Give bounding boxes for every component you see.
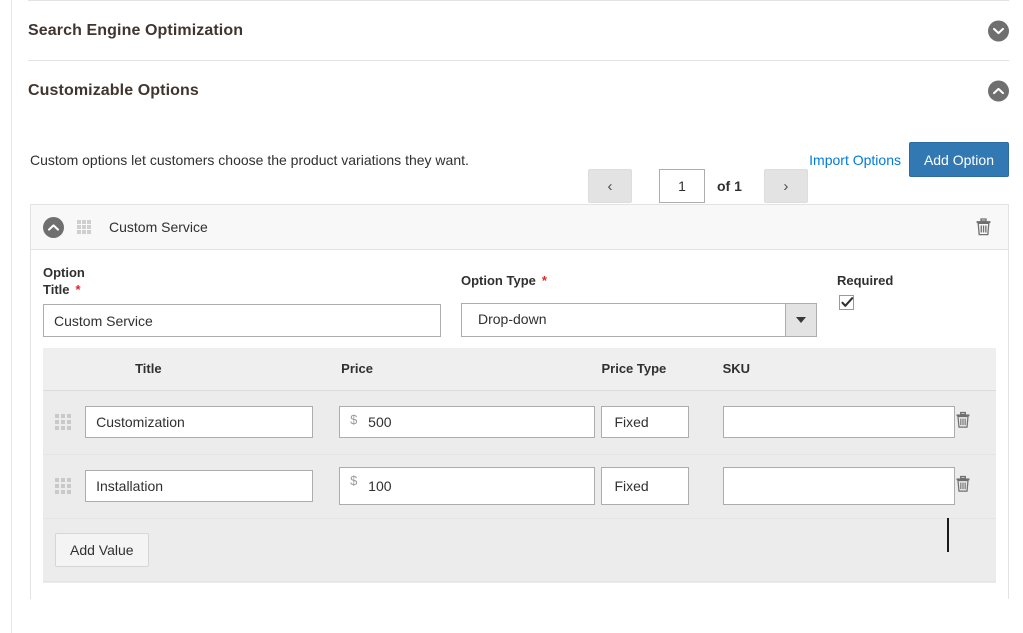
table-row: $ Fixed [43, 454, 996, 519]
option-type-label-text: Option Type [461, 273, 536, 288]
trash-icon[interactable] [955, 411, 971, 433]
page-root: Search Engine Optimization Customizable … [0, 0, 1023, 633]
add-value-button[interactable]: Add Value [55, 532, 149, 567]
value-title-input[interactable] [85, 406, 314, 438]
row-price-type-cell: Fixed [601, 454, 723, 519]
option-type-label: Option Type * [461, 272, 547, 289]
chevron-down-icon[interactable] [785, 304, 816, 336]
required-checkbox[interactable] [839, 295, 854, 310]
add-value-row: Add Value [43, 518, 996, 582]
option-panel: Custom Service Option Title * Custom Ser… [30, 204, 1009, 599]
option-values-table: Title Price Price Type SKU Customization… [43, 348, 996, 519]
pagination-next-button[interactable]: › [763, 169, 808, 203]
value-price-type-select[interactable]: Fixed [601, 467, 690, 505]
page-content: Search Engine Optimization Customizable … [28, 0, 1009, 599]
row-price-cell: $ [339, 390, 602, 455]
column-header-price-type: Price Type [601, 348, 723, 391]
value-price-input[interactable] [366, 468, 592, 504]
option-fields: Option Title * Option Type * Drop-down Req… [31, 250, 1008, 348]
add-option-button[interactable]: Add Option [908, 142, 1009, 177]
drag-handle-icon[interactable] [77, 220, 91, 234]
chevron-down-icon[interactable] [988, 20, 1009, 41]
pagination-page-input[interactable] [659, 169, 705, 203]
row-price-cell: $ [339, 454, 602, 519]
option-title-label-line1: Option [43, 265, 85, 280]
value-sku-input[interactable] [722, 467, 955, 505]
row-title-cell [85, 454, 340, 519]
import-options-link[interactable]: Import Options [809, 152, 901, 168]
chevron-up-icon[interactable] [988, 80, 1009, 101]
required-asterisk: * [75, 282, 81, 297]
column-header-title: Title [85, 348, 340, 391]
drag-handle-icon[interactable] [55, 478, 71, 494]
value-price-field[interactable]: $ [339, 467, 596, 505]
required-asterisk: * [541, 273, 547, 288]
column-header-delete [954, 348, 996, 391]
value-price-type-select[interactable]: Fixed [601, 406, 690, 438]
value-price-field[interactable]: $ [339, 406, 596, 438]
trash-icon[interactable] [955, 475, 971, 497]
options-description: Custom options let customers choose the … [30, 152, 469, 168]
row-price-type-cell: Fixed [601, 390, 723, 455]
section-header-customizable-options[interactable]: Customizable Options [28, 60, 1009, 120]
trash-icon[interactable] [975, 218, 992, 237]
customizable-options-body: Custom options let customers choose the … [28, 120, 1009, 599]
drag-handle-icon[interactable] [55, 414, 71, 430]
row-delete-cell [954, 454, 996, 519]
row-drag-cell [43, 454, 86, 519]
required-label: Required [837, 273, 894, 288]
row-title-cell [85, 390, 340, 455]
page-gutter-line [11, 0, 12, 633]
option-panel-header: Custom Service [31, 205, 1008, 250]
column-header-handle [43, 348, 86, 391]
option-type-select[interactable]: Drop-down [461, 303, 817, 337]
option-panel-footer [31, 582, 1008, 599]
pagination: ‹ of 1 › [588, 169, 808, 203]
table-row: $ Fixed [43, 390, 996, 455]
option-panel-title: Custom Service [109, 219, 208, 235]
option-title-input[interactable] [43, 304, 441, 337]
row-sku-cell [722, 390, 955, 455]
table-header-row: Title Price Price Type SKU [43, 348, 996, 391]
option-type-selected-value: Drop-down [478, 311, 547, 327]
option-title-label-line2: Title [43, 282, 70, 297]
column-header-price: Price [339, 348, 602, 391]
pagination-prev-button[interactable]: ‹ [588, 169, 632, 203]
option-title-label: Option Title * [43, 264, 133, 298]
row-delete-cell [954, 390, 996, 455]
currency-symbol: $ [350, 412, 358, 427]
column-header-sku: SKU [722, 348, 955, 391]
row-sku-cell [722, 454, 955, 519]
option-values-table-wrap: Title Price Price Type SKU Customization… [43, 348, 996, 583]
text-cursor-caret [947, 518, 949, 552]
value-sku-input[interactable] [722, 406, 955, 438]
options-toolbar: Custom options let customers choose the … [28, 142, 1009, 204]
row-drag-cell [43, 390, 86, 455]
value-title-input[interactable] [85, 470, 314, 502]
section-title-seo: Search Engine Optimization [28, 21, 244, 39]
section-header-seo[interactable]: Search Engine Optimization [28, 0, 1009, 60]
pagination-total-label: of 1 [717, 178, 742, 194]
value-price-input[interactable] [366, 407, 592, 437]
currency-symbol: $ [350, 473, 358, 488]
chevron-up-icon[interactable] [43, 216, 64, 238]
section-title-customizable-options: Customizable Options [28, 81, 199, 99]
